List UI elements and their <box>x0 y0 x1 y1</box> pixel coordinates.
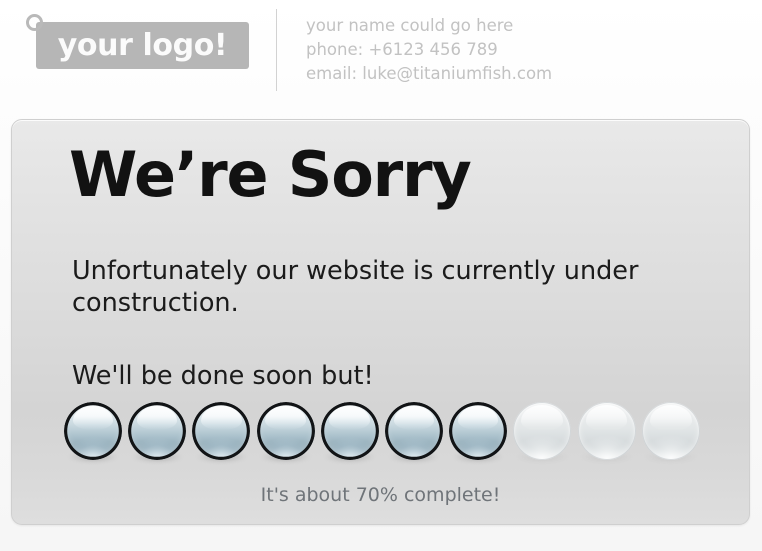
progress-orbs <box>64 402 724 474</box>
logo[interactable]: your logo! <box>22 14 252 74</box>
body-paragraph-1: Unfortunately our website is currently u… <box>72 256 639 318</box>
progress-orb-2 <box>128 402 187 464</box>
page-header: your logo! your name could go here phone… <box>0 0 762 104</box>
orb-sphere-icon <box>513 402 572 460</box>
page-title: We’re Sorry <box>69 138 472 211</box>
orb-sphere-icon <box>384 402 443 460</box>
progress-orb-4 <box>256 402 315 464</box>
logo-text: your logo! <box>57 28 228 63</box>
orb-sphere-icon <box>577 402 636 460</box>
progress-orb-7 <box>449 402 508 464</box>
progress-status-text: It's about 70% complete! <box>260 484 501 506</box>
orb-sphere-icon <box>64 402 122 460</box>
progress-orb-5 <box>320 402 379 464</box>
progress-orb-10 <box>641 402 700 464</box>
panel-content: We’re Sorry Unfortunately our website is… <box>12 120 749 524</box>
orb-sphere-icon <box>449 402 508 460</box>
contact-info: your name could go here phone: +6123 456… <box>306 14 552 86</box>
orb-sphere-icon <box>256 402 315 460</box>
main-panel: We’re Sorry Unfortunately our website is… <box>11 119 750 525</box>
orb-sphere-icon <box>641 402 700 460</box>
header-divider <box>276 9 277 91</box>
progress-orb-1 <box>64 402 122 464</box>
orb-sphere-icon <box>320 402 379 460</box>
orb-sphere-icon <box>192 402 251 460</box>
contact-email[interactable]: email: luke@titaniumfish.com <box>306 62 552 86</box>
progress-orb-8 <box>513 402 572 464</box>
logo-plate: your logo! <box>36 22 249 69</box>
progress-orb-9 <box>577 402 636 464</box>
logo-tag-hole-icon <box>26 14 43 31</box>
body-paragraph-2: We'll be done soon but! <box>72 361 374 391</box>
progress-orb-6 <box>384 402 443 464</box>
contact-phone: phone: +6123 456 789 <box>306 40 498 59</box>
orb-sphere-icon <box>128 402 187 460</box>
contact-name: your name could go here <box>306 16 514 35</box>
progress-orb-3 <box>192 402 251 464</box>
